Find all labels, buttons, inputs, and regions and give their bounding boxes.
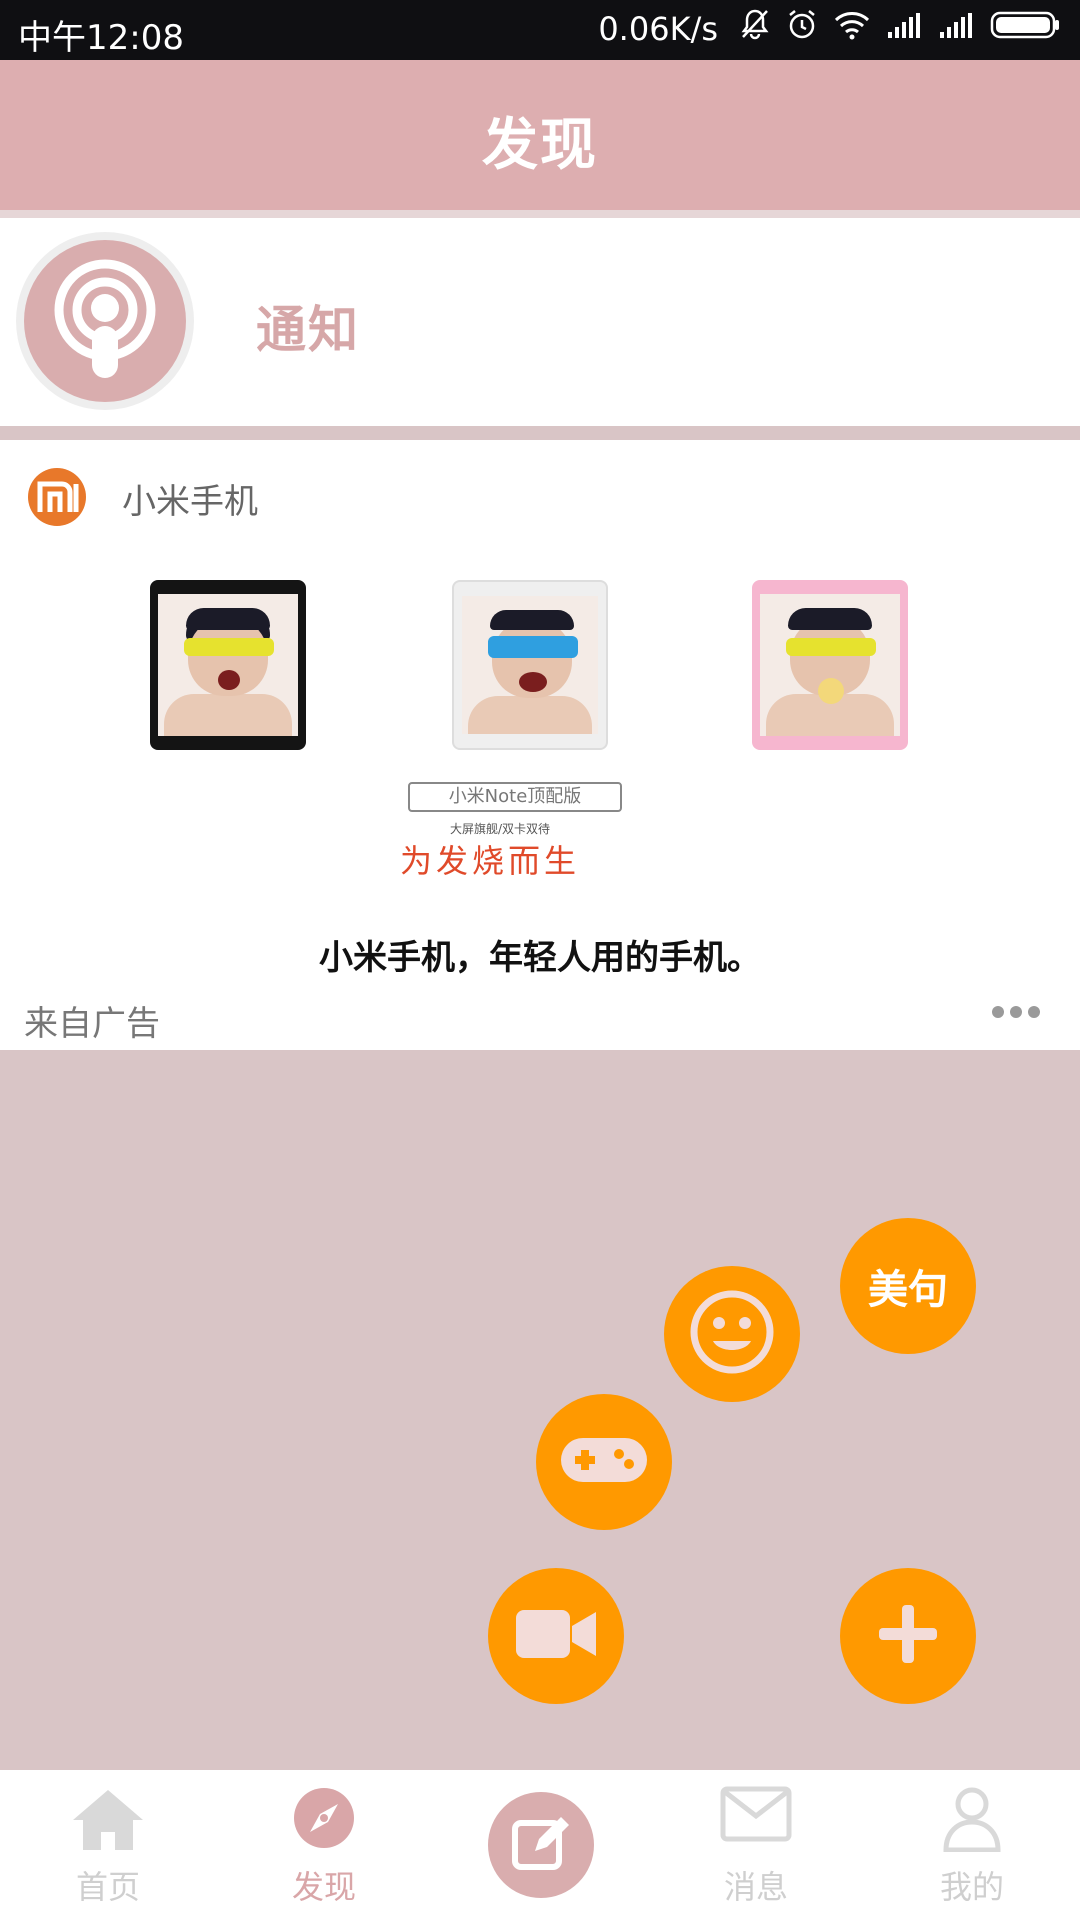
divider (0, 426, 1080, 440)
status-icons: 0.06K/s (598, 8, 1062, 49)
bottom-tab-bar: 首页 发现 消息 我的 (0, 1770, 1080, 1920)
tab-discover[interactable]: 发现 (216, 1770, 432, 1920)
quote-button[interactable]: 美句 (840, 1218, 976, 1354)
game-button[interactable] (536, 1394, 672, 1530)
user-icon (864, 1786, 1080, 1852)
tab-label: 首页 (75, 1868, 140, 1906)
gamepad-icon (559, 1430, 649, 1494)
compose-button[interactable] (488, 1792, 594, 1898)
add-button[interactable] (840, 1568, 976, 1704)
alarm-icon (786, 8, 818, 49)
tab-home[interactable]: 首页 (0, 1770, 216, 1920)
signal-icon (938, 9, 974, 49)
home-icon (0, 1786, 216, 1852)
ad-source-label: 来自广告 (24, 1004, 160, 1044)
ad-caption: 小米手机，年轻人用的手机。 (319, 938, 761, 978)
more-options-icon[interactable] (992, 1006, 1040, 1018)
video-button[interactable] (488, 1568, 624, 1704)
mail-icon (648, 1786, 864, 1852)
tab-label: 发现 (291, 1868, 356, 1906)
tab-messages[interactable]: 消息 (648, 1770, 864, 1920)
status-bar: 中午12:08 0.06K/s (0, 0, 1080, 60)
notification-row[interactable]: 通知 (0, 218, 1080, 426)
edit-icon (509, 1811, 573, 1879)
quote-button-label: 美句 (868, 1267, 948, 1313)
phone-image (752, 580, 908, 750)
phone-image (150, 580, 306, 750)
notification-avatar (16, 232, 194, 410)
banner-slogan: 为发烧而生 (400, 842, 581, 880)
title-bar: 发现 (0, 60, 1080, 210)
status-time: 中午12:08 (18, 18, 184, 58)
tab-label: 我的 (939, 1868, 1004, 1906)
video-camera-icon (514, 1604, 598, 1668)
ad-banner-image[interactable]: 小米Note顶配版 大屏旗舰/双卡双待 为发烧而生 (120, 580, 960, 900)
tab-profile[interactable]: 我的 (864, 1770, 1080, 1920)
compass-icon (216, 1786, 432, 1852)
banner-subline: 大屏旗舰/双卡双待 (450, 822, 551, 836)
wifi-icon (834, 9, 870, 49)
page-title: 发现 (482, 113, 598, 178)
phone-image (452, 580, 608, 750)
smiley-icon (689, 1289, 775, 1379)
network-speed: 0.06K/s (598, 9, 718, 48)
emoji-button[interactable] (664, 1266, 800, 1402)
plus-icon (875, 1601, 941, 1671)
banner-product-box: 小米Note顶配版 (408, 782, 622, 812)
battery-icon (990, 9, 1062, 49)
ad-brand-name: 小米手机 (122, 482, 258, 522)
signal-icon (886, 9, 922, 49)
brand-logo-icon (26, 466, 88, 528)
mute-bell-icon (740, 8, 770, 49)
podcast-broadcast-icon (24, 240, 186, 402)
ad-card[interactable]: 小米手机 小米Note顶配版 大屏旗舰/双卡双待 为发烧而生 小米手机，年轻人用… (0, 440, 1080, 1050)
tab-label: 消息 (723, 1868, 788, 1906)
notification-label: 通知 (256, 301, 360, 359)
divider (0, 210, 1080, 218)
